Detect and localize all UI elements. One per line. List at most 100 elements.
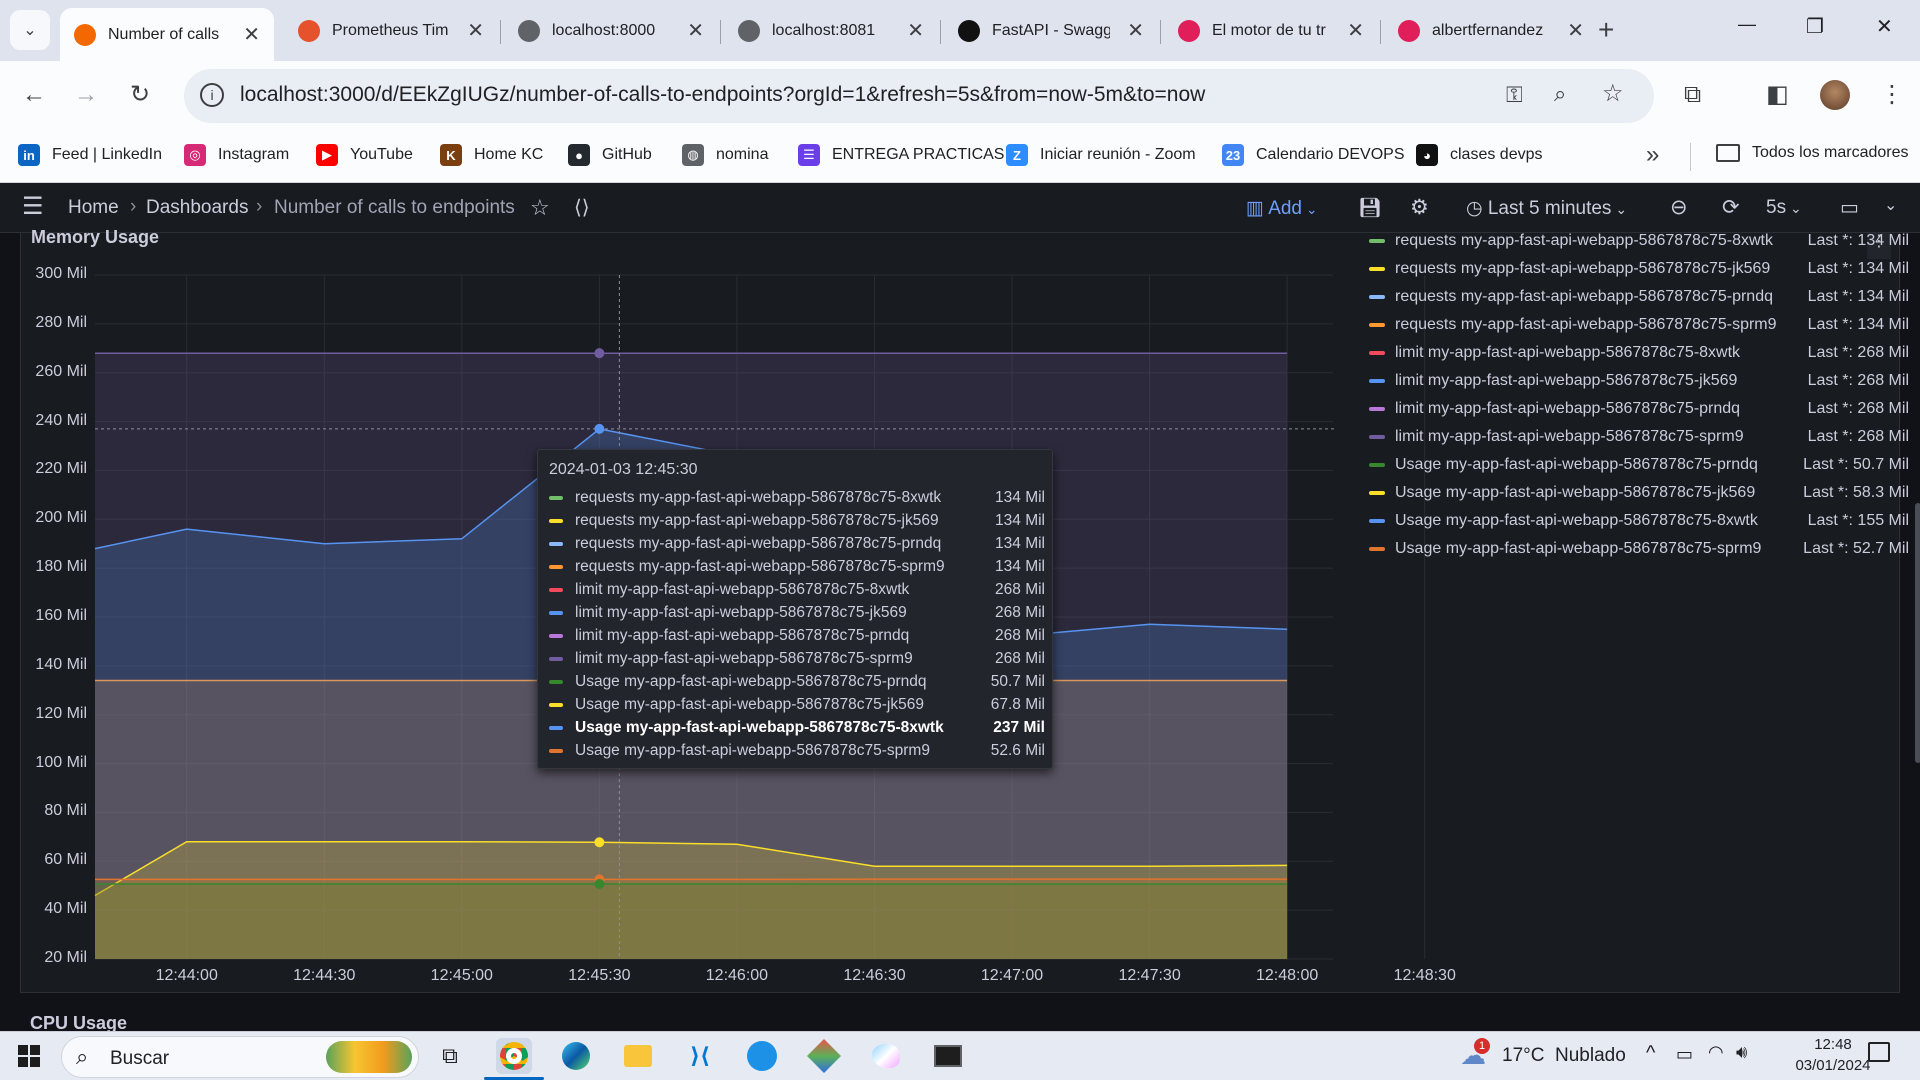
- side-panel-icon[interactable]: ◧: [1766, 83, 1789, 107]
- time-range-label: Last 5 minutes: [1487, 198, 1612, 219]
- legend-item[interactable]: limit my-app-fast-api-webapp-5867878c75-…: [1369, 395, 1909, 423]
- x-tick-label: 12:44:30: [293, 967, 356, 984]
- close-window-button[interactable]: ✕: [1876, 14, 1893, 39]
- add-button[interactable]: ▥ Add ⌄: [1246, 197, 1318, 220]
- bookmark-item[interactable]: 23 Calendario DEVOPS: [1222, 144, 1405, 166]
- settings-gear-icon[interactable]: ⚙: [1410, 195, 1429, 220]
- bookmark-item[interactable]: K Home KC: [440, 144, 543, 166]
- zoom-out-icon[interactable]: ⊖: [1670, 195, 1688, 220]
- forward-icon[interactable]: →: [74, 83, 98, 107]
- bookmark-item[interactable]: ◍ nomina: [682, 144, 768, 166]
- bookmark-item[interactable]: ▶ YouTube: [316, 144, 413, 166]
- scrollbar-thumb[interactable]: [1915, 503, 1920, 763]
- legend-item[interactable]: limit my-app-fast-api-webapp-5867878c75-…: [1369, 339, 1909, 367]
- browser-tab[interactable]: FastAPI - Swagg ✕: [944, 8, 1158, 53]
- close-tab-icon[interactable]: ✕: [1127, 18, 1144, 43]
- battery-icon[interactable]: ▭: [1676, 1044, 1693, 1065]
- legend-last-value: Last *: 155 Mil: [1807, 512, 1909, 529]
- reload-icon[interactable]: ↻: [130, 83, 150, 107]
- legend-item[interactable]: Usage my-app-fast-api-webapp-5867878c75-…: [1369, 507, 1909, 535]
- profile-avatar[interactable]: [1820, 80, 1850, 110]
- close-tab-icon[interactable]: ✕: [467, 18, 484, 43]
- favorite-star-icon[interactable]: ☆: [530, 195, 550, 221]
- bookmark-star-icon[interactable]: ☆: [1602, 79, 1624, 108]
- legend-series-name: Usage my-app-fast-api-webapp-5867878c75-…: [1395, 540, 1762, 557]
- tooltip-series-name: Usage my-app-fast-api-webapp-5867878c75-…: [575, 695, 924, 713]
- legend-item[interactable]: Usage my-app-fast-api-webapp-5867878c75-…: [1369, 451, 1909, 479]
- edge-icon[interactable]: [558, 1038, 594, 1074]
- address-bar[interactable]: i localhost:3000/d/EEkZgIUGz/number-of-c…: [184, 69, 1654, 123]
- weather-text[interactable]: 17°C Nublado: [1502, 1045, 1626, 1067]
- legend-item[interactable]: limit my-app-fast-api-webapp-5867878c75-…: [1369, 367, 1909, 395]
- wifi-icon[interactable]: ◠: [1708, 1042, 1724, 1063]
- chevron-down-icon[interactable]: ⌄: [1884, 195, 1897, 215]
- docker-icon[interactable]: [744, 1038, 780, 1074]
- refresh-interval-picker[interactable]: 5s ⌄: [1766, 197, 1802, 219]
- clock-date[interactable]: 03/01/2024: [1788, 1057, 1878, 1074]
- legend-item[interactable]: requests my-app-fast-api-webapp-5867878c…: [1369, 311, 1909, 339]
- restore-button[interactable]: ❐: [1806, 14, 1824, 39]
- refresh-icon[interactable]: ⟳: [1722, 195, 1740, 220]
- system-tray-chevron-icon[interactable]: ^: [1646, 1042, 1655, 1065]
- bookmark-item[interactable]: ◎ Instagram: [184, 144, 289, 166]
- terminal-icon[interactable]: [930, 1038, 966, 1074]
- bookmark-item[interactable]: Z Iniciar reunión - Zoom: [1006, 144, 1196, 166]
- extensions-icon[interactable]: ⧉: [1684, 83, 1701, 107]
- tooltip-series-name: limit my-app-fast-api-webapp-5867878c75-…: [575, 626, 910, 644]
- volume-icon[interactable]: 🔊︎: [1736, 1042, 1747, 1063]
- y-tick-label: 260 Mil: [35, 362, 87, 380]
- zoom-icon[interactable]: ⌕: [1554, 81, 1566, 107]
- back-icon[interactable]: ←: [22, 83, 46, 107]
- minimize-button[interactable]: —: [1738, 14, 1756, 35]
- new-tab-button[interactable]: +: [1598, 14, 1614, 46]
- paint-icon[interactable]: [868, 1038, 904, 1074]
- share-icon[interactable]: ⟨⟩: [574, 195, 590, 220]
- chevron-down-icon: ⌄: [1611, 201, 1628, 217]
- bookmark-item[interactable]: ☰ ENTREGA PRACTICAS: [798, 144, 1004, 166]
- browser-tab[interactable]: Number of calls ✕: [60, 8, 274, 61]
- save-dashboard-icon[interactable]: 💾︎: [1358, 196, 1382, 220]
- close-tab-icon[interactable]: ✕: [687, 18, 704, 43]
- close-tab-icon[interactable]: ✕: [907, 18, 924, 43]
- breadcrumb-home[interactable]: Home: [68, 197, 119, 219]
- chrome-icon[interactable]: [496, 1038, 532, 1074]
- legend-item[interactable]: Usage my-app-fast-api-webapp-5867878c75-…: [1369, 535, 1909, 563]
- browser-tab[interactable]: albertfernandez ✕: [1384, 8, 1598, 53]
- vscode-icon[interactable]: ⟩⟨: [682, 1038, 718, 1074]
- all-bookmarks-button[interactable]: Todos los marcadores: [1716, 144, 1909, 162]
- git-icon[interactable]: [806, 1038, 842, 1074]
- tab-search-button[interactable]: ⌄: [10, 10, 50, 50]
- tv-mode-icon[interactable]: ▭: [1840, 195, 1859, 220]
- file-explorer-icon[interactable]: [620, 1038, 656, 1074]
- browser-tab[interactable]: localhost:8000 ✕: [504, 8, 718, 53]
- close-tab-icon[interactable]: ✕: [1347, 18, 1364, 43]
- legend-item[interactable]: requests my-app-fast-api-webapp-5867878c…: [1369, 255, 1909, 283]
- notifications-icon[interactable]: [1868, 1042, 1890, 1062]
- clock-time[interactable]: 12:48: [1788, 1036, 1878, 1053]
- legend-item[interactable]: Usage my-app-fast-api-webapp-5867878c75-…: [1369, 479, 1909, 507]
- url-text[interactable]: localhost:3000/d/EEkZgIUGz/number-of-cal…: [240, 83, 1205, 107]
- browser-tab[interactable]: Prometheus Tim ✕: [284, 8, 498, 53]
- task-view-icon[interactable]: ⧉: [432, 1038, 468, 1074]
- time-range-picker[interactable]: ◷ Last 5 minutes ⌄: [1466, 197, 1627, 220]
- legend-item[interactable]: limit my-app-fast-api-webapp-5867878c75-…: [1369, 423, 1909, 451]
- browser-tab[interactable]: localhost:8081 ✕: [724, 8, 938, 53]
- menu-kebab-icon[interactable]: ⋮: [1880, 83, 1904, 107]
- breadcrumb-dashboards[interactable]: Dashboards: [146, 197, 248, 219]
- password-key-icon[interactable]: ⚿: [1506, 82, 1523, 108]
- menu-icon[interactable]: ☰: [22, 195, 44, 219]
- bookmarks-overflow-icon[interactable]: »: [1646, 141, 1659, 169]
- close-tab-icon[interactable]: ✕: [243, 22, 260, 47]
- legend-item[interactable]: requests my-app-fast-api-webapp-5867878c…: [1369, 283, 1909, 311]
- legend-last-value: Last *: 268 Mil: [1807, 344, 1909, 361]
- start-windows-icon[interactable]: [18, 1045, 40, 1067]
- bookmark-item[interactable]: ◕ clases devps: [1416, 144, 1543, 166]
- legend-item[interactable]: requests my-app-fast-api-webapp-5867878c…: [1369, 227, 1909, 255]
- taskbar-search[interactable]: ⌕ Buscar: [61, 1036, 419, 1078]
- close-tab-icon[interactable]: ✕: [1567, 18, 1584, 43]
- bookmark-item[interactable]: ● GitHub: [568, 144, 652, 166]
- bookmark-item[interactable]: in Feed | LinkedIn: [18, 144, 162, 166]
- site-info-icon[interactable]: i: [200, 83, 224, 107]
- browser-tab[interactable]: El motor de tu tr ✕: [1164, 8, 1378, 53]
- tooltip-swatch: [549, 564, 563, 569]
